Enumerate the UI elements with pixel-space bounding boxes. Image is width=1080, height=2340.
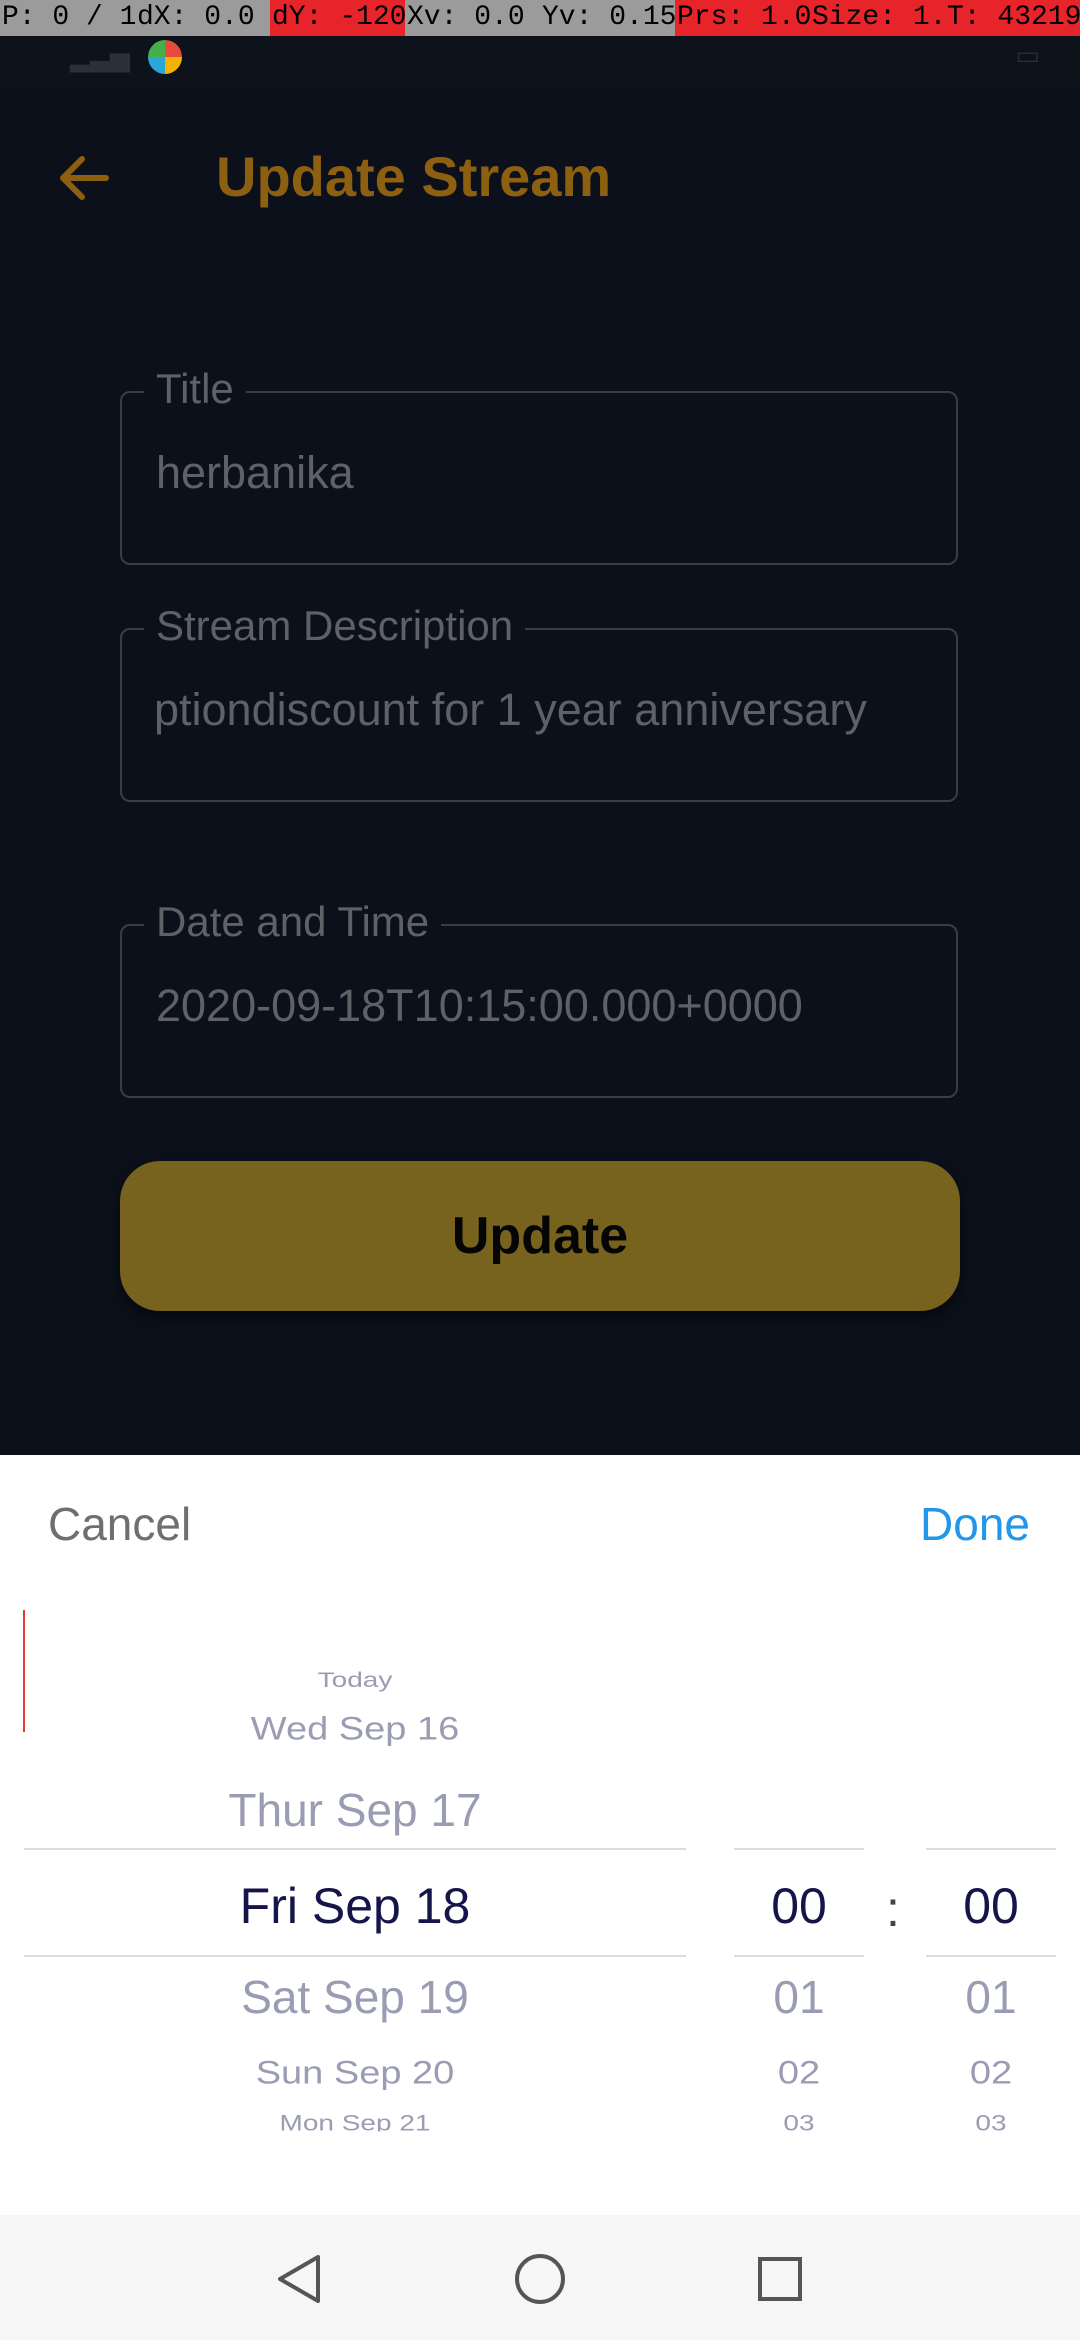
minute-wheel-item[interactable]: 03	[926, 2111, 1056, 2132]
done-button[interactable]: Done	[920, 1497, 1030, 1551]
minute-selection-line-bottom	[926, 1955, 1056, 1957]
date-wheel-item[interactable]: Today	[24, 1668, 686, 1692]
debug-pressure: Prs: 1.0	[675, 0, 810, 36]
date-wheel-item[interactable]: Sun Sep 20	[24, 2055, 686, 2092]
title-field-value[interactable]: herbanika	[156, 447, 936, 499]
debug-size: Size: 1.0	[810, 0, 945, 36]
debug-xv: Xv: 0.0	[405, 0, 540, 36]
date-wheel-item[interactable]: Wed Sep 16	[24, 1711, 686, 1748]
date-wheel-item[interactable]: Thur Sep 17	[24, 1783, 686, 1837]
status-icons-right: ▭	[1015, 40, 1040, 71]
hour-wheel-item[interactable]: 01	[734, 1970, 864, 2024]
minute-wheel-item[interactable]: 02	[926, 2055, 1056, 2092]
date-wheel-item[interactable]: Sat Sep 19	[24, 1970, 686, 2024]
chrome-icon	[148, 40, 182, 74]
selection-line-bottom	[24, 1955, 686, 1957]
debug-pointer-count: P: 0 / 1	[0, 0, 135, 36]
minute-wheel-selected-item[interactable]: 00	[926, 1877, 1056, 1935]
debug-dx: dX: 0.0	[135, 0, 270, 36]
time-separator: :	[886, 1881, 900, 1937]
system-nav-bar	[0, 2215, 1080, 2340]
debug-yv: Yv: 0.151	[540, 0, 675, 36]
app-bar: Update Stream	[0, 88, 1080, 263]
battery-icon: ▭	[1015, 40, 1040, 70]
hour-wheel-item[interactable]: 03	[734, 2111, 864, 2132]
arrow-left-icon[interactable]	[50, 143, 120, 213]
date-time-value[interactable]: 2020-09-18T10:15:00.000+0000	[156, 980, 936, 1032]
date-wheel-selected-item[interactable]: Fri Sep 18	[24, 1877, 686, 1935]
signal-icon: ▂▃▅	[70, 41, 130, 72]
minute-selection-line-top	[926, 1848, 1056, 1850]
title-field-label: Title	[144, 363, 246, 415]
stream-description-value[interactable]: ptiondiscount for 1 year anniversary	[154, 684, 936, 736]
page-title: Update Stream	[216, 145, 612, 208]
hour-wheel-selected-item[interactable]: 00	[734, 1877, 864, 1935]
stream-description-field[interactable]: Stream Description ptiondiscount for 1 y…	[120, 600, 958, 802]
hour-selection-line-top	[734, 1848, 864, 1850]
date-wheel-item[interactable]: Mon Sep 21	[24, 2111, 686, 2132]
debug-time: T: 432193	[945, 0, 1080, 36]
stream-description-label: Stream Description	[144, 600, 526, 652]
date-time-label: Date and Time	[144, 896, 442, 948]
hour-wheel-item[interactable]: 02	[734, 2055, 864, 2092]
pointer-debug-bar: P: 0 / 1 dX: 0.0 dY: -120.0 Xv: 0.0 Yv: …	[0, 0, 1080, 36]
title-field[interactable]: Title herbanika	[120, 363, 958, 565]
cancel-button[interactable]: Cancel	[48, 1497, 191, 1551]
status-icons-left: ▂▃▅	[70, 40, 182, 74]
triangle-back-icon[interactable]	[272, 2251, 328, 2312]
date-time-field[interactable]: Date and Time 2020-09-18T10:15:00.000+00…	[120, 896, 958, 1098]
minute-wheel-item[interactable]: 01	[926, 1970, 1056, 2024]
debug-dy: dY: -120.0	[270, 0, 405, 36]
update-button[interactable]: Update	[120, 1161, 960, 1311]
circle-home-icon[interactable]	[512, 2251, 568, 2312]
square-recents-icon[interactable]	[752, 2251, 808, 2312]
selection-line-top	[24, 1848, 686, 1850]
status-bar: ▂▃▅ ▭	[0, 36, 1080, 88]
hour-selection-line-bottom	[734, 1955, 864, 1957]
